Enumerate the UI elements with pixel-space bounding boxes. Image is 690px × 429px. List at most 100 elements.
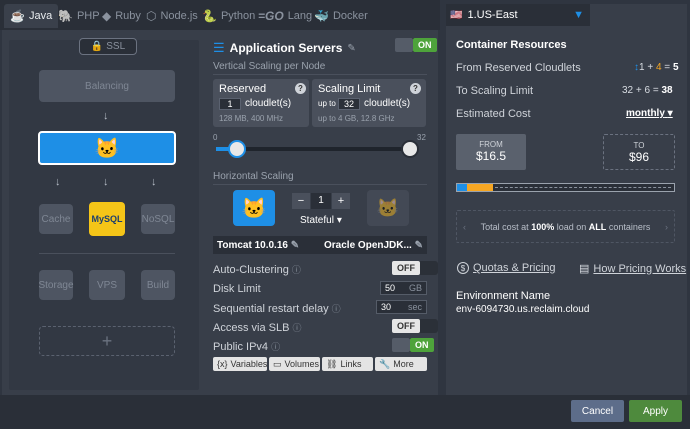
php-icon: 🐘: [58, 9, 73, 23]
edit-icon[interactable]: ✎: [347, 43, 355, 54]
dollar-icon: $: [457, 262, 469, 274]
folder-icon: ▭: [273, 358, 282, 369]
tab-java[interactable]: ☕ Java: [4, 4, 59, 28]
vertical-scaling-title: Vertical Scaling per Node: [213, 61, 326, 72]
ipv4-label: Public IPv4 ⓘ: [213, 341, 281, 353]
cancel-button[interactable]: Cancel: [571, 400, 624, 422]
node-count-stepper: − 1 +: [292, 193, 350, 209]
java-icon: ☕: [10, 9, 25, 23]
app-servers-toggle[interactable]: ON: [395, 38, 437, 52]
arrow-down-icon: ↓: [151, 176, 157, 188]
scaling-limit-value: 32 + 6 = 38: [622, 85, 673, 96]
tomcat-node-icon[interactable]: 🐱: [233, 190, 275, 226]
dynamic-cost-fill: [467, 184, 493, 191]
max-cost-line: [495, 187, 671, 188]
scaling-limit-card: Scaling Limit ? up to 32 cloudlet(s) up …: [312, 79, 426, 127]
apply-button[interactable]: Apply: [629, 400, 682, 422]
help-icon[interactable]: ⓘ: [292, 265, 301, 275]
help-icon[interactable]: ⓘ: [271, 342, 280, 352]
reserved-card: Reserved ? 1 cloudlet(s) 128 MB, 400 MHz: [213, 79, 309, 127]
python-icon: 🐍: [202, 9, 217, 23]
chevron-down-icon: ▾: [336, 215, 342, 226]
quotas-link[interactable]: $ Quotas & Pricing: [457, 262, 556, 274]
page-title: Application Servers: [229, 41, 343, 55]
restart-delay-input[interactable]: 30 sec: [376, 300, 427, 314]
reserved-slider-handle[interactable]: [228, 140, 246, 158]
tomcat-icon: 🐱: [376, 197, 400, 218]
nodejs-icon: ⬡: [146, 9, 157, 23]
limit-slider-handle[interactable]: [401, 140, 419, 158]
disk-limit-input[interactable]: 50 GB: [380, 281, 427, 295]
decrement-button[interactable]: −: [292, 193, 310, 209]
chevron-down-icon: ▾: [667, 108, 673, 119]
region-select[interactable]: 🇺🇸 1.US-East ▼: [446, 4, 590, 26]
cache-button[interactable]: Cache: [39, 204, 73, 234]
node-count-input[interactable]: 1: [311, 193, 331, 209]
server-version-select[interactable]: Tomcat 10.0.16 ✎: [217, 240, 299, 251]
lock-icon: 🔒: [90, 41, 104, 52]
divider: [213, 74, 427, 75]
tab-nodejs[interactable]: ⬡ Node.js: [140, 4, 204, 28]
help-icon[interactable]: ⓘ: [332, 304, 341, 314]
app-server-node[interactable]: 🐱: [38, 131, 176, 165]
arrow-down-icon: ↓: [55, 176, 61, 188]
link-icon: ⛓: [326, 358, 338, 369]
version-row: Tomcat 10.0.16 ✎ Oracle OpenJDK... ✎: [213, 236, 427, 254]
jdk-version-select[interactable]: Oracle OpenJDK... ✎: [324, 240, 423, 251]
ssl-button[interactable]: 🔒 SSL: [79, 38, 137, 55]
add-node-group-button[interactable]: 🐱: [367, 190, 409, 226]
go-icon: =GO: [258, 9, 284, 23]
nosql-button[interactable]: NoSQL: [141, 204, 175, 234]
edit-icon: ✎: [414, 239, 423, 251]
scaling-mode-dropdown[interactable]: Stateful ▾: [300, 215, 342, 226]
chevron-down-icon: ▼: [573, 9, 584, 21]
cost-range-bar: [456, 183, 675, 192]
variables-button[interactable]: {x} Variables: [213, 357, 267, 371]
cost-period-dropdown[interactable]: monthly ▾: [626, 108, 673, 119]
mysql-node[interactable]: MySQL: [89, 202, 125, 236]
reserved-cloudlets-input[interactable]: 1: [219, 98, 241, 110]
pricing-link[interactable]: ▤ How Pricing Works: [579, 262, 686, 276]
divider: [39, 253, 175, 254]
wrench-icon: 🔧: [379, 358, 391, 369]
scaling-limit-input[interactable]: 32: [338, 98, 360, 110]
links-button[interactable]: ⛓ Links: [322, 357, 373, 371]
slb-toggle[interactable]: OFF: [392, 319, 438, 333]
balancing-button[interactable]: Balancing: [39, 70, 175, 102]
auto-clustering-label: Auto-Clustering ⓘ: [213, 264, 301, 276]
braces-icon: {x}: [217, 359, 228, 369]
app-servers-header: ☰ Application Servers ✎: [213, 40, 356, 56]
ruby-icon: ◆: [102, 9, 112, 23]
chevron-left-icon[interactable]: ‹: [463, 222, 466, 232]
help-icon[interactable]: ⓘ: [292, 323, 301, 333]
vps-button[interactable]: VPS: [89, 270, 125, 300]
to-cost-box: TO $96: [603, 134, 675, 170]
tab-docker[interactable]: 🐳 Docker: [308, 4, 374, 28]
tomcat-icon: 🐱: [94, 137, 120, 160]
auto-clustering-toggle[interactable]: OFF: [392, 261, 438, 275]
storage-button[interactable]: Storage: [38, 270, 74, 300]
restart-delay-label: Sequential restart delay ⓘ: [213, 303, 341, 315]
docker-icon: 🐳: [314, 9, 329, 23]
ipv4-toggle[interactable]: ON: [392, 338, 434, 352]
divider: [213, 184, 427, 185]
topology-panel: 🔒 SSL Balancing ↓ 🐱 ↓ ↓ ↓ Cache MySQL NoS…: [9, 38, 199, 390]
book-icon: ▤: [579, 263, 590, 275]
reserved-cost-fill: [457, 184, 467, 191]
us-flag-icon: 🇺🇸: [450, 9, 463, 21]
help-icon[interactable]: ?: [410, 83, 421, 94]
add-layer-button[interactable]: +: [39, 326, 175, 356]
from-cost-box: FROM $16.5: [456, 134, 526, 170]
chevron-right-icon[interactable]: ›: [665, 222, 668, 232]
environment-name-field[interactable]: env-6094730.us.reclaim.cloud: [456, 304, 589, 315]
increment-button[interactable]: +: [332, 193, 350, 209]
reserved-cloudlets-value: ↕1 + 4 = 5: [634, 62, 679, 73]
help-icon[interactable]: ?: [295, 83, 306, 94]
arrow-down-icon: ↓: [103, 110, 109, 122]
arrow-down-icon: ↓: [103, 176, 109, 188]
slb-label: Access via SLB ⓘ: [213, 322, 302, 334]
more-button[interactable]: 🔧 More: [375, 357, 427, 371]
edit-icon: ✎: [290, 239, 300, 251]
build-button[interactable]: Build: [141, 270, 175, 300]
volumes-button[interactable]: ▭ Volumes: [269, 357, 320, 371]
